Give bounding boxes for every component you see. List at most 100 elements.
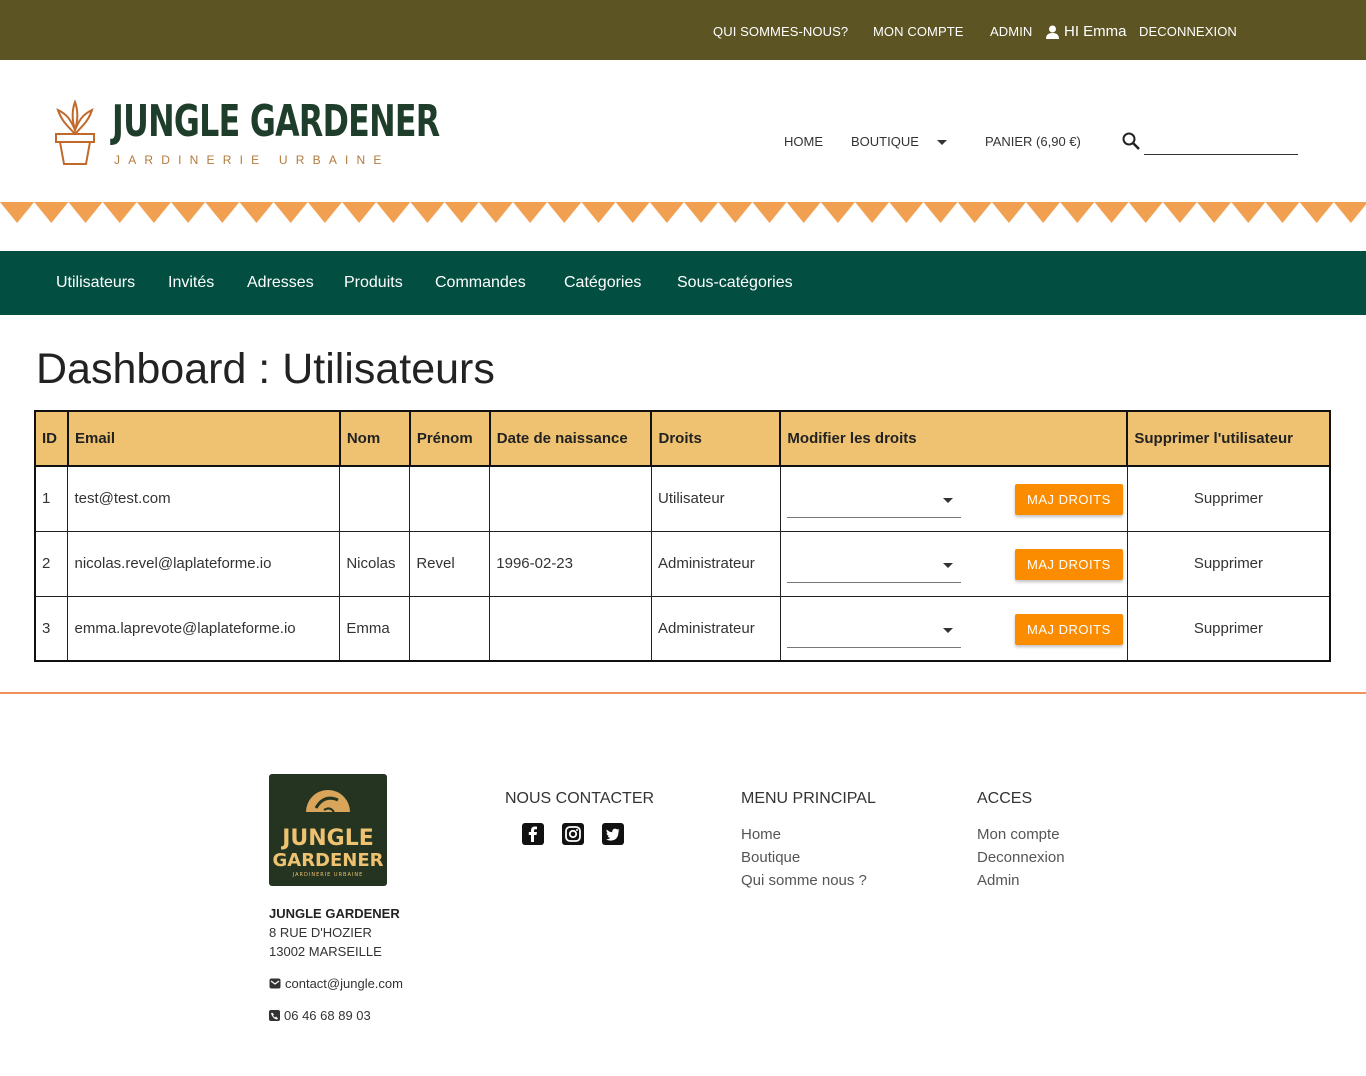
footer-logo: JUNGLE GARDENER JARDINERIE URBAINE	[269, 774, 387, 886]
delete-user-link[interactable]: Supprimer	[1126, 465, 1331, 532]
cell-modifier: MAJ DROITS	[779, 530, 1128, 597]
user-icon	[1046, 25, 1059, 39]
tab-produits[interactable]: Produits	[344, 274, 403, 292]
footer-menu-title: MENU PRINCIPAL	[741, 790, 876, 807]
footer-address-line2: 13002 MARSEILLE	[269, 944, 382, 959]
footer-access-title: ACCES	[977, 790, 1033, 807]
twitter-icon[interactable]	[602, 823, 624, 845]
cell-prenom	[409, 465, 491, 532]
instagram-icon[interactable]	[562, 823, 584, 845]
footer-link-home[interactable]: Home	[741, 826, 781, 843]
header-date: Date de naissance	[488, 410, 653, 467]
top-bar: QUI SOMMES-NOUS? MON COMPTE ADMIN HI Emm…	[0, 0, 1366, 60]
tab-adresses[interactable]: Adresses	[247, 274, 314, 292]
maj-droits-button[interactable]: MAJ DROITS	[1014, 613, 1123, 645]
brand-name: JUNGLE GARDENER	[112, 96, 440, 147]
cell-prenom: Revel	[409, 530, 491, 597]
footer-link-logout[interactable]: Deconnexion	[977, 849, 1065, 866]
zigzag-divider	[0, 202, 1366, 224]
about-link[interactable]: QUI SOMMES-NOUS?	[713, 24, 848, 39]
header-supprimer: Supprimer l'utilisateur	[1126, 410, 1331, 467]
footer-email-text[interactable]: contact@jungle.com	[285, 976, 403, 991]
cell-droits: Administrateur	[650, 530, 781, 597]
tab-commandes[interactable]: Commandes	[435, 274, 526, 292]
header-id: ID	[34, 410, 69, 467]
rights-select[interactable]	[786, 614, 961, 648]
cell-nom: Emma	[339, 595, 411, 662]
delete-user-link[interactable]: Supprimer	[1126, 595, 1331, 662]
table-row: 3 emma.laprevote@laplateforme.io Emma Ad…	[34, 595, 1331, 662]
envelope-icon	[269, 978, 281, 989]
chevron-down-icon[interactable]	[942, 562, 953, 568]
footer-link-admin[interactable]: Admin	[977, 872, 1020, 889]
dashboard-nav: Utilisateurs Invités Adresses Produits C…	[0, 251, 1366, 315]
cell-date: 1996-02-23	[489, 530, 652, 597]
search-icon[interactable]	[1122, 132, 1140, 150]
rights-select[interactable]	[786, 549, 961, 583]
header-droits: Droits	[650, 410, 782, 467]
footer-link-about[interactable]: Qui somme nous ?	[741, 872, 867, 889]
footer-contact-title: NOUS CONTACTER	[505, 790, 655, 807]
cell-nom	[339, 465, 411, 532]
maj-droits-button[interactable]: MAJ DROITS	[1014, 484, 1123, 515]
footer-logo-line2: GARDENER	[272, 850, 384, 871]
cell-id: 2	[34, 530, 69, 597]
tab-categories[interactable]: Catégories	[564, 274, 641, 292]
tab-sous-categories[interactable]: Sous-catégories	[677, 274, 793, 292]
nav-boutique[interactable]: BOUTIQUE	[851, 134, 919, 149]
table-row: 2 nicolas.revel@laplateforme.io Nicolas …	[34, 530, 1331, 597]
site-logo[interactable]: JUNGLE GARDENER JARDINERIE URBAINE	[50, 96, 440, 172]
user-greeting: HI Emma	[1046, 23, 1127, 40]
tab-invites[interactable]: Invités	[168, 274, 214, 292]
search-input[interactable]	[1144, 154, 1298, 155]
footer-address-line1: 8 RUE D'HOZIER	[269, 925, 372, 940]
chevron-down-icon[interactable]	[942, 498, 953, 503]
footer-phone-text: 06 46 68 89 03	[284, 1008, 371, 1023]
header-prenom: Prénom	[408, 410, 491, 467]
plant-pot-icon	[55, 100, 95, 165]
footer-separator	[0, 692, 1366, 694]
nav-cart[interactable]: PANIER (6,90 €)	[985, 134, 1081, 149]
users-table: ID Email Nom Prénom Date de naissance Dr…	[34, 410, 1331, 662]
page-title: Dashboard : Utilisateurs	[36, 345, 495, 393]
logout-link[interactable]: DECONNEXION	[1139, 24, 1237, 39]
maj-droits-button[interactable]: MAJ DROITS	[1014, 548, 1123, 580]
cell-id: 1	[34, 465, 69, 532]
facebook-icon[interactable]	[522, 823, 544, 845]
header-email: Email	[66, 410, 341, 467]
footer-phone: 06 46 68 89 03	[269, 1008, 371, 1023]
brand-tagline: JARDINERIE URBAINE	[114, 153, 390, 167]
table-row: 1 test@test.com Utilisateur MAJ DROITS S…	[34, 465, 1331, 532]
rights-select[interactable]	[786, 484, 961, 518]
table-header-row: ID Email Nom Prénom Date de naissance Dr…	[34, 410, 1331, 467]
footer-link-boutique[interactable]: Boutique	[741, 849, 800, 866]
admin-link[interactable]: ADMIN	[990, 24, 1032, 39]
sun-palm-icon	[306, 790, 350, 813]
cell-date	[489, 595, 652, 662]
footer-email[interactable]: contact@jungle.com	[269, 976, 403, 991]
phone-icon	[269, 1010, 280, 1021]
cell-id: 3	[34, 595, 69, 662]
cell-email: nicolas.revel@laplateforme.io	[67, 530, 341, 597]
cell-modifier: MAJ DROITS	[779, 595, 1128, 662]
cell-nom: Nicolas	[339, 530, 411, 597]
footer-logo-sub: JARDINERIE URBAINE	[292, 872, 364, 878]
footer-link-account[interactable]: Mon compte	[977, 826, 1060, 843]
chevron-down-icon[interactable]	[937, 140, 947, 145]
chevron-down-icon[interactable]	[942, 627, 953, 633]
cell-date	[489, 465, 652, 532]
footer-logo-line1: JUNGLE	[282, 826, 374, 851]
cell-prenom	[409, 595, 491, 662]
tab-utilisateurs[interactable]: Utilisateurs	[56, 274, 135, 292]
greeting-text: HI Emma	[1064, 23, 1127, 40]
cell-droits: Administrateur	[650, 595, 781, 662]
header-modifier: Modifier les droits	[779, 410, 1129, 467]
header-nom: Nom	[338, 410, 411, 467]
account-link[interactable]: MON COMPTE	[873, 24, 964, 39]
nav-home[interactable]: HOME	[784, 134, 823, 149]
cell-email: test@test.com	[67, 465, 341, 532]
footer-company: JUNGLE GARDENER	[269, 906, 400, 921]
cell-droits: Utilisateur	[650, 465, 781, 532]
cell-modifier: MAJ DROITS	[779, 465, 1128, 532]
delete-user-link[interactable]: Supprimer	[1126, 530, 1331, 597]
